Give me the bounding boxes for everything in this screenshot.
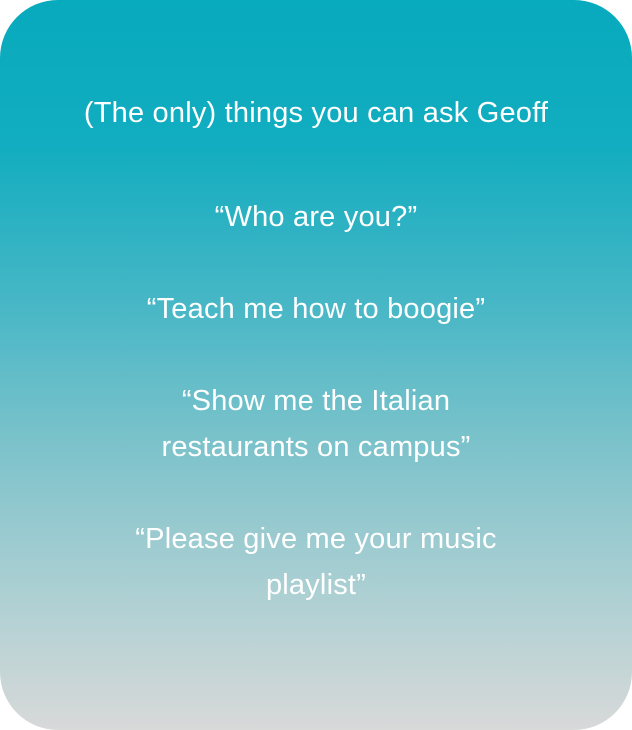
card-title: (The only) things you can ask Geoff xyxy=(83,97,549,129)
question-italian-restaurants-line-2: restaurants on campus” xyxy=(161,431,471,463)
question-music-playlist-line-1: “Please give me your music xyxy=(135,523,497,555)
question-who-are-you: “Who are you?” xyxy=(214,201,418,233)
question-italian-restaurants-line-1: “Show me the Italian xyxy=(181,385,451,417)
question-music-playlist-line-2: playlist” xyxy=(265,569,367,601)
prompt-card: (The only) things you can ask Geoff “Who… xyxy=(0,0,632,730)
question-teach-boogie: “Teach me how to boogie” xyxy=(146,293,486,325)
